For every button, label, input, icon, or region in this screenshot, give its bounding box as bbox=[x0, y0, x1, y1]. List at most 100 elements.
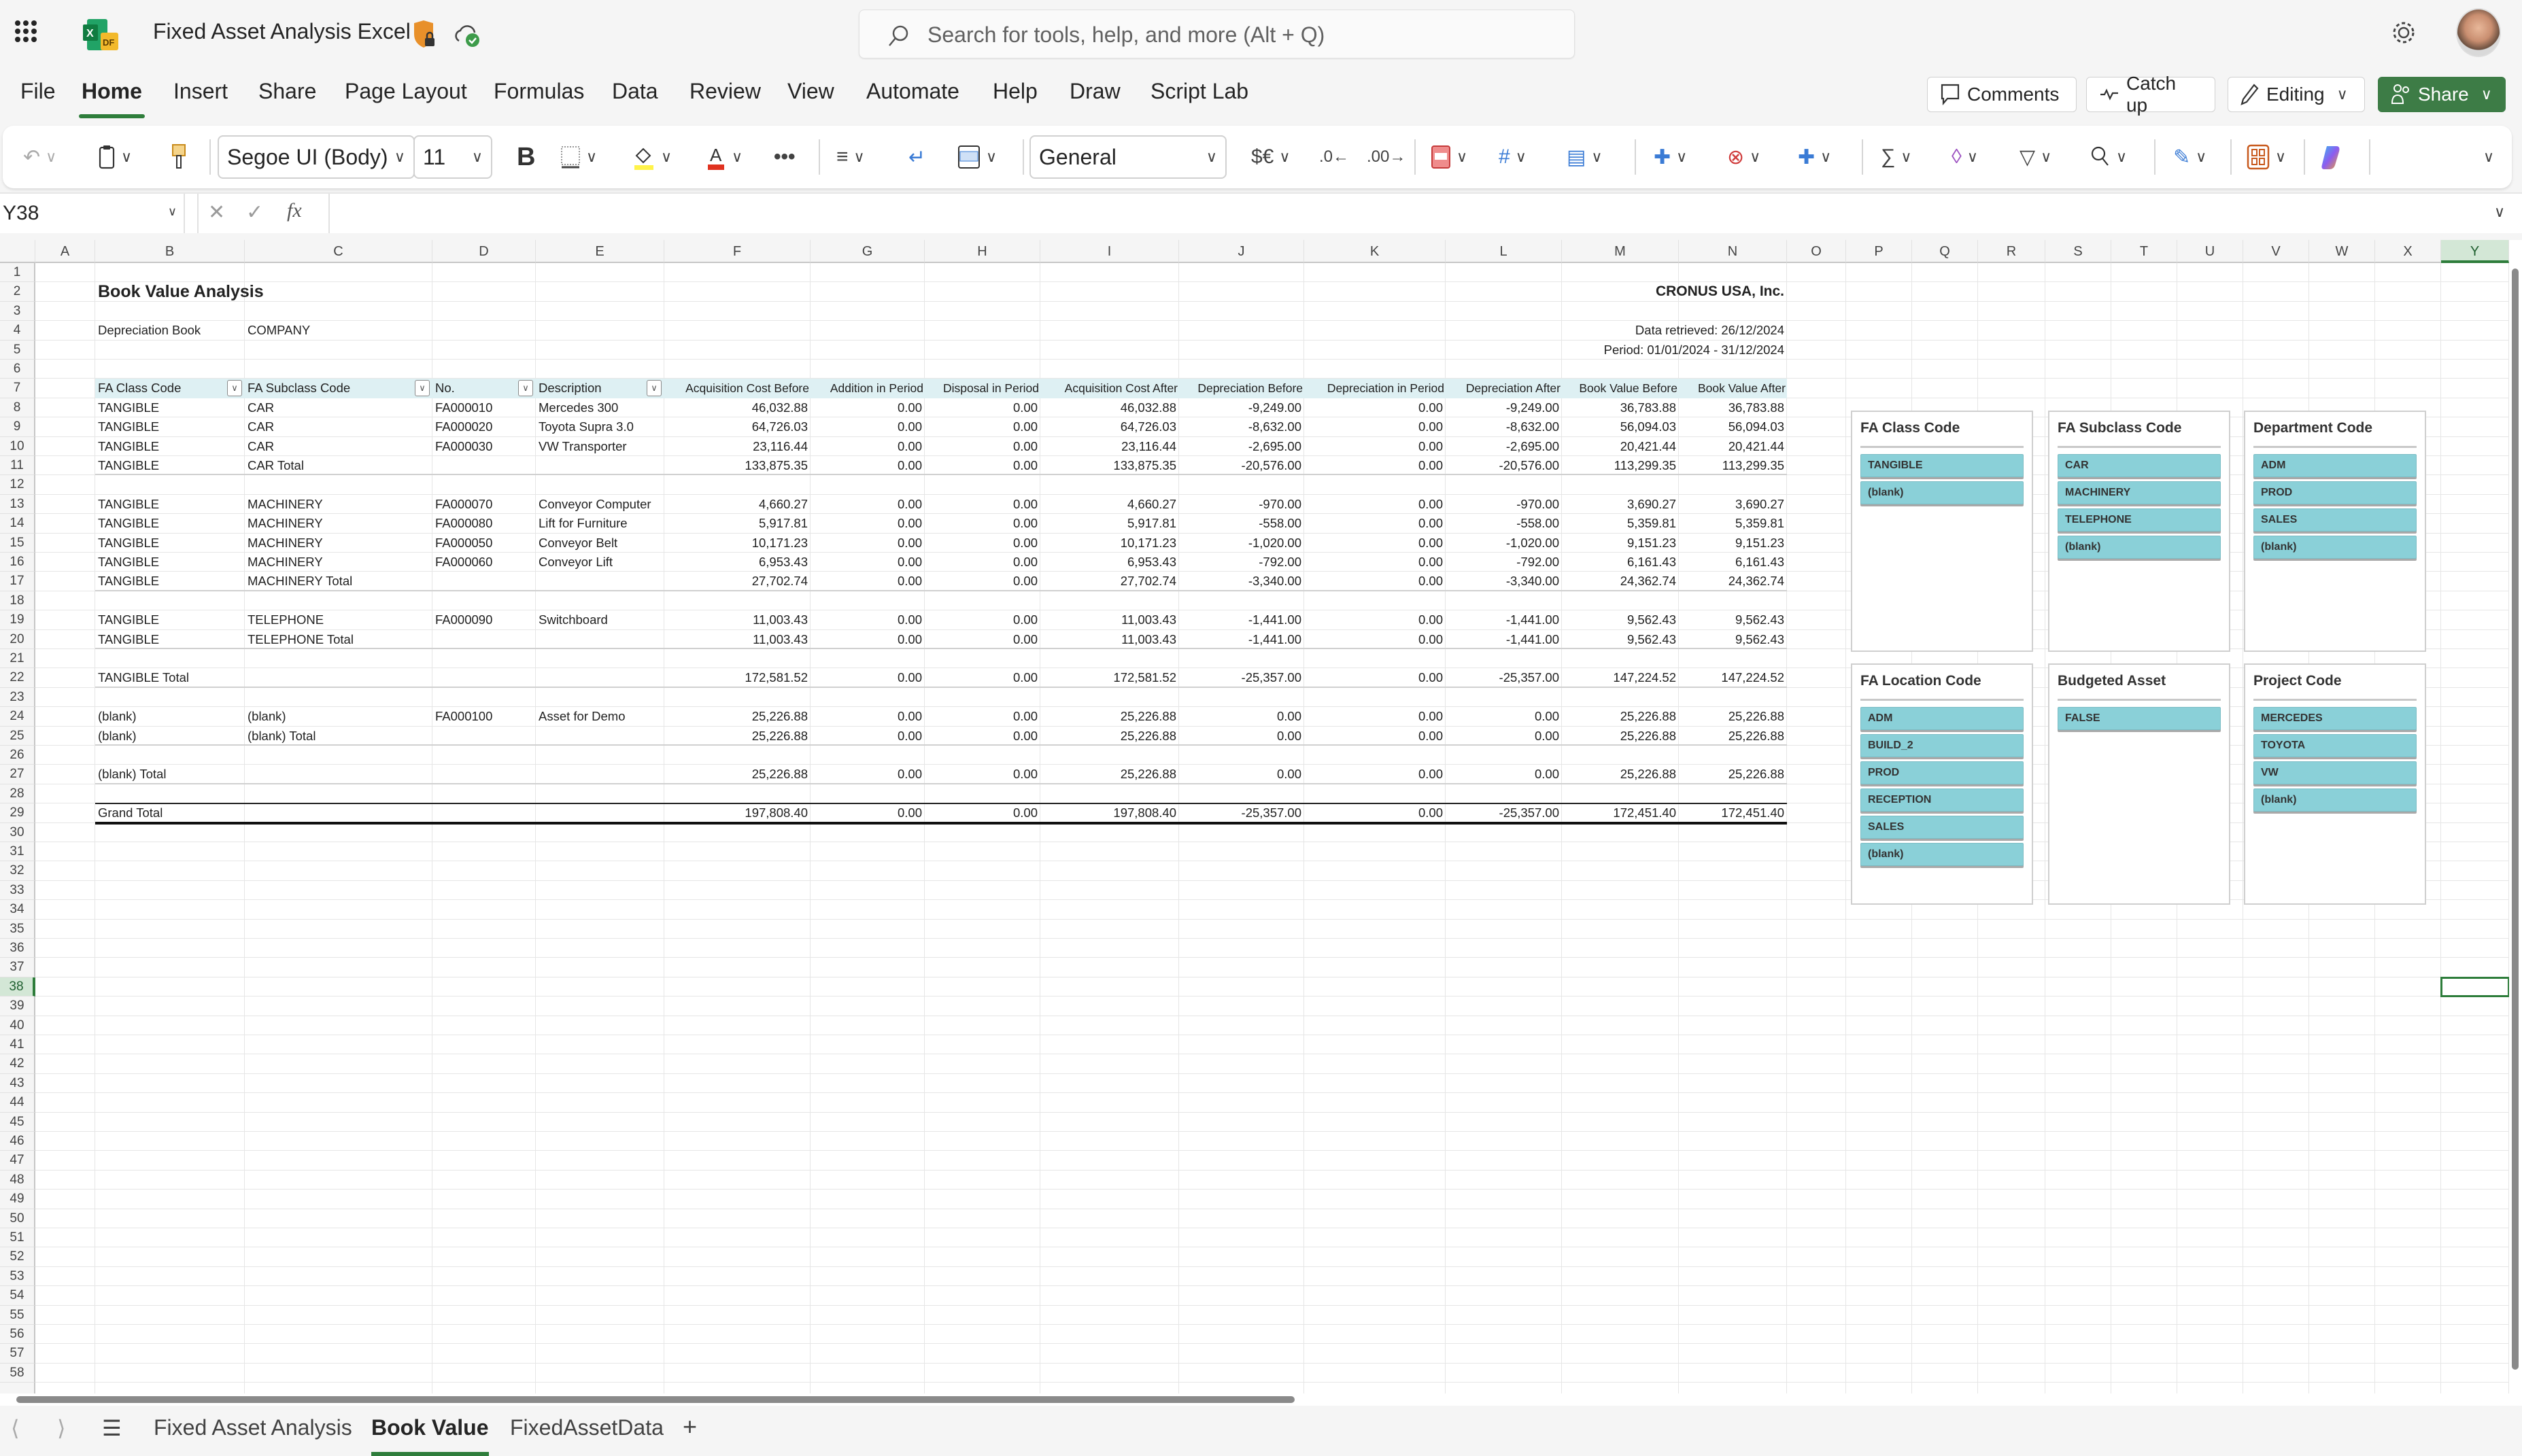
table-cell[interactable]: 6,161.43 bbox=[1562, 553, 1679, 572]
table-cell[interactable]: FA000070 bbox=[432, 495, 536, 514]
column-header-e[interactable]: E bbox=[536, 240, 664, 263]
table-cell[interactable]: -25,357.00 bbox=[1179, 668, 1304, 687]
table-cell[interactable]: VW Transporter bbox=[536, 437, 664, 456]
row-header-34[interactable]: 34 bbox=[0, 900, 35, 920]
row-header-55[interactable]: 55 bbox=[0, 1305, 35, 1325]
column-heading-acquisition-cost-after[interactable]: Acquisition Cost After bbox=[1040, 379, 1179, 398]
previous-sheet-icon[interactable]: ⟨ bbox=[11, 1415, 19, 1441]
row-header-24[interactable]: 24 bbox=[0, 707, 35, 727]
table-cell[interactable]: -970.00 bbox=[1446, 495, 1562, 514]
table-cell[interactable]: 0.00 bbox=[925, 765, 1040, 784]
tab-view[interactable]: View bbox=[787, 79, 834, 104]
increase-decimal-button[interactable]: .00→ bbox=[1367, 139, 1405, 175]
row-header-2[interactable]: 2 bbox=[0, 282, 35, 302]
table-cell[interactable]: -970.00 bbox=[1179, 495, 1304, 514]
table-cell[interactable]: 0.00 bbox=[925, 417, 1040, 436]
table-cell[interactable]: -558.00 bbox=[1446, 514, 1562, 533]
table-cell[interactable]: Asset for Demo bbox=[536, 707, 664, 726]
column-heading-fa-class-code[interactable]: FA Class Code bbox=[95, 379, 245, 398]
table-cell[interactable]: -25,357.00 bbox=[1179, 803, 1304, 822]
table-cell[interactable]: (blank) bbox=[245, 707, 432, 726]
company-name[interactable]: CRONUS USA, Inc. bbox=[1562, 282, 1787, 301]
table-cell[interactable]: -2,695.00 bbox=[1446, 437, 1562, 456]
table-cell[interactable] bbox=[432, 765, 536, 784]
find-button[interactable]: ∨ bbox=[2090, 139, 2127, 175]
column-header-m[interactable]: M bbox=[1562, 240, 1679, 263]
app-launcher-icon[interactable] bbox=[15, 20, 37, 42]
row-header-56[interactable]: 56 bbox=[0, 1325, 35, 1345]
column-header-h[interactable]: H bbox=[925, 240, 1040, 263]
table-cell[interactable]: -792.00 bbox=[1446, 553, 1562, 572]
table-cell[interactable]: 0.00 bbox=[925, 707, 1040, 726]
column-heading-depreciation-before[interactable]: Depreciation Before bbox=[1179, 379, 1304, 398]
filter-dropdown-icon[interactable]: ∨ bbox=[518, 380, 533, 397]
table-row-label[interactable]: (blank) bbox=[95, 707, 245, 726]
selected-cell-y38[interactable] bbox=[2440, 976, 2509, 998]
column-header-g[interactable]: G bbox=[811, 240, 925, 263]
table-cell[interactable]: -8,632.00 bbox=[1446, 417, 1562, 436]
column-heading-addition-in-period[interactable]: Addition in Period bbox=[811, 379, 925, 398]
tab-data[interactable]: Data bbox=[612, 79, 658, 104]
row-header-16[interactable]: 16 bbox=[0, 553, 35, 572]
column-header-u[interactable]: U bbox=[2177, 240, 2243, 263]
table-cell[interactable]: 133,875.35 bbox=[1040, 456, 1179, 475]
table-cell[interactable]: 0.00 bbox=[1304, 553, 1446, 572]
table-cell[interactable] bbox=[432, 630, 536, 649]
row-header-14[interactable]: 14 bbox=[0, 514, 35, 534]
row-header-32[interactable]: 32 bbox=[0, 861, 35, 881]
table-cell[interactable]: 25,226.88 bbox=[1679, 727, 1787, 746]
column-heading-book-value-after[interactable]: Book Value After bbox=[1679, 379, 1787, 398]
table-row-label[interactable]: TANGIBLE bbox=[95, 514, 245, 533]
vertical-scroll-thumb[interactable] bbox=[2512, 268, 2519, 1370]
format-as-table-button[interactable]: # ∨ bbox=[1499, 139, 1527, 175]
table-cell[interactable]: 25,226.88 bbox=[1562, 765, 1679, 784]
table-row-label[interactable]: TANGIBLE bbox=[95, 417, 245, 436]
column-header-w[interactable]: W bbox=[2309, 240, 2375, 263]
tab-script-lab[interactable]: Script Lab bbox=[1151, 79, 1248, 104]
table-cell[interactable]: 0.00 bbox=[811, 553, 925, 572]
table-cell[interactable]: 20,421.44 bbox=[1679, 437, 1787, 456]
table-cell[interactable]: 0.00 bbox=[811, 630, 925, 649]
table-cell[interactable] bbox=[536, 765, 664, 784]
table-cell[interactable]: 11,003.43 bbox=[1040, 630, 1179, 649]
table-cell[interactable] bbox=[432, 803, 536, 822]
autosum-button[interactable]: ∑ ∨ bbox=[1881, 139, 1912, 175]
table-cell[interactable]: FA000100 bbox=[432, 707, 536, 726]
column-header-q[interactable]: Q bbox=[1912, 240, 1978, 263]
table-cell[interactable]: 0.00 bbox=[1179, 707, 1304, 726]
user-avatar[interactable] bbox=[2456, 8, 2501, 57]
table-cell[interactable]: TELEPHONE bbox=[245, 610, 432, 629]
borders-button[interactable]: ∨ bbox=[560, 139, 597, 175]
slicer-item[interactable]: CAR bbox=[2058, 454, 2221, 477]
add-ins-button[interactable]: ∨ bbox=[2247, 139, 2286, 175]
sensitivity-button[interactable]: ✎ ∨ bbox=[2173, 139, 2206, 175]
insert-function-icon[interactable]: fx bbox=[287, 199, 302, 222]
table-cell[interactable]: -1,020.00 bbox=[1446, 534, 1562, 553]
table-cell[interactable] bbox=[432, 456, 536, 475]
table-cell[interactable]: 23,116.44 bbox=[1040, 437, 1179, 456]
table-cell[interactable] bbox=[536, 630, 664, 649]
paste-button[interactable]: ∨ bbox=[98, 139, 132, 175]
column-heading-book-value-before[interactable]: Book Value Before bbox=[1562, 379, 1679, 398]
depreciation-book-value[interactable]: COMPANY bbox=[245, 321, 432, 340]
table-cell[interactable]: CAR Total bbox=[245, 456, 432, 475]
share-button[interactable]: Share ∨ bbox=[2378, 77, 2506, 112]
table-cell[interactable]: FA000020 bbox=[432, 417, 536, 436]
table-row-label[interactable]: TANGIBLE bbox=[95, 572, 245, 591]
column-heading-fa-subclass-code[interactable]: FA Subclass Code bbox=[245, 379, 432, 398]
sensitivity-shield-icon[interactable] bbox=[411, 19, 439, 50]
bold-button[interactable]: B bbox=[517, 139, 535, 175]
table-cell[interactable]: 0.00 bbox=[1304, 765, 1446, 784]
table-cell[interactable] bbox=[245, 765, 432, 784]
row-header-40[interactable]: 40 bbox=[0, 1016, 35, 1035]
row-header-9[interactable]: 9 bbox=[0, 417, 35, 437]
column-header-y[interactable]: Y bbox=[2441, 240, 2509, 263]
row-header-15[interactable]: 15 bbox=[0, 533, 35, 553]
table-cell[interactable]: FA000010 bbox=[432, 398, 536, 417]
column-header-s[interactable]: S bbox=[2045, 240, 2111, 263]
table-cell[interactable]: 0.00 bbox=[1304, 630, 1446, 649]
table-row-label[interactable]: (blank) bbox=[95, 727, 245, 746]
table-cell[interactable]: 0.00 bbox=[1304, 803, 1446, 822]
row-header-23[interactable]: 23 bbox=[0, 687, 35, 708]
table-cell[interactable]: 0.00 bbox=[1446, 727, 1562, 746]
